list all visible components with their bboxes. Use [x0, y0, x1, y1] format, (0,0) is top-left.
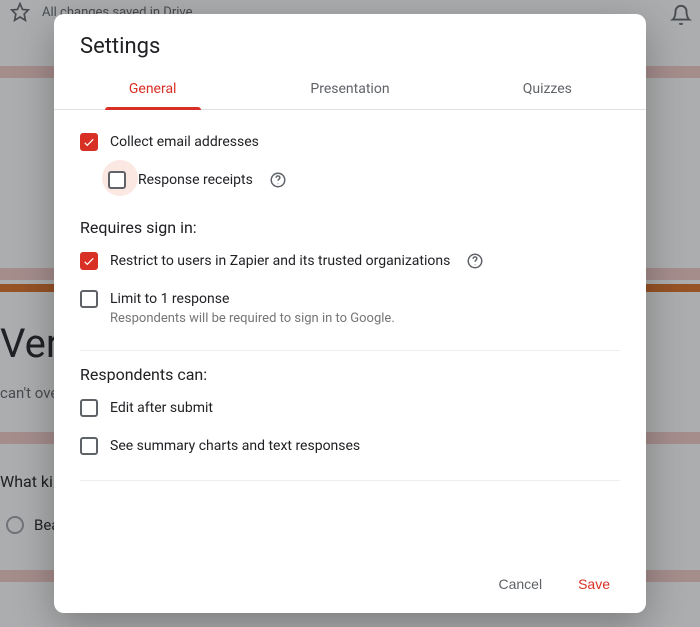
- modal-title: Settings: [54, 14, 646, 71]
- divider: [80, 480, 620, 481]
- label-response-receipts: Response receipts: [138, 170, 253, 190]
- help-icon[interactable]: [269, 171, 287, 189]
- checkbox-restrict[interactable]: [80, 252, 98, 270]
- tabs: General Presentation Quizzes: [54, 71, 646, 110]
- section-requires-signin: Requires sign in:: [80, 218, 620, 237]
- tab-quizzes[interactable]: Quizzes: [449, 71, 646, 109]
- checkbox-response-receipts[interactable]: [108, 171, 126, 189]
- label-restrict: Restrict to users in Zapier and its trus…: [110, 251, 450, 271]
- settings-body: Collect email addresses Response receipt…: [54, 110, 646, 559]
- save-button[interactable]: Save: [572, 575, 616, 593]
- settings-modal: Settings General Presentation Quizzes Co…: [54, 14, 646, 613]
- checkbox-see-summary[interactable]: [80, 437, 98, 455]
- cancel-button[interactable]: Cancel: [492, 575, 548, 593]
- help-icon[interactable]: [466, 252, 484, 270]
- tab-general[interactable]: General: [54, 71, 251, 109]
- checkbox-edit-after[interactable]: [80, 399, 98, 417]
- divider: [80, 350, 620, 351]
- label-edit-after: Edit after submit: [110, 398, 213, 418]
- label-limit-sub: Respondents will be required to sign in …: [110, 311, 395, 326]
- label-collect-email: Collect email addresses: [110, 132, 259, 152]
- section-respondents-can: Respondents can:: [80, 365, 620, 384]
- checkbox-collect-email[interactable]: [80, 133, 98, 151]
- label-see-summary: See summary charts and text responses: [110, 436, 360, 456]
- checkbox-limit[interactable]: [80, 290, 98, 308]
- modal-footer: Cancel Save: [54, 559, 646, 613]
- label-limit: Limit to 1 response: [110, 289, 395, 309]
- tab-presentation[interactable]: Presentation: [251, 71, 448, 109]
